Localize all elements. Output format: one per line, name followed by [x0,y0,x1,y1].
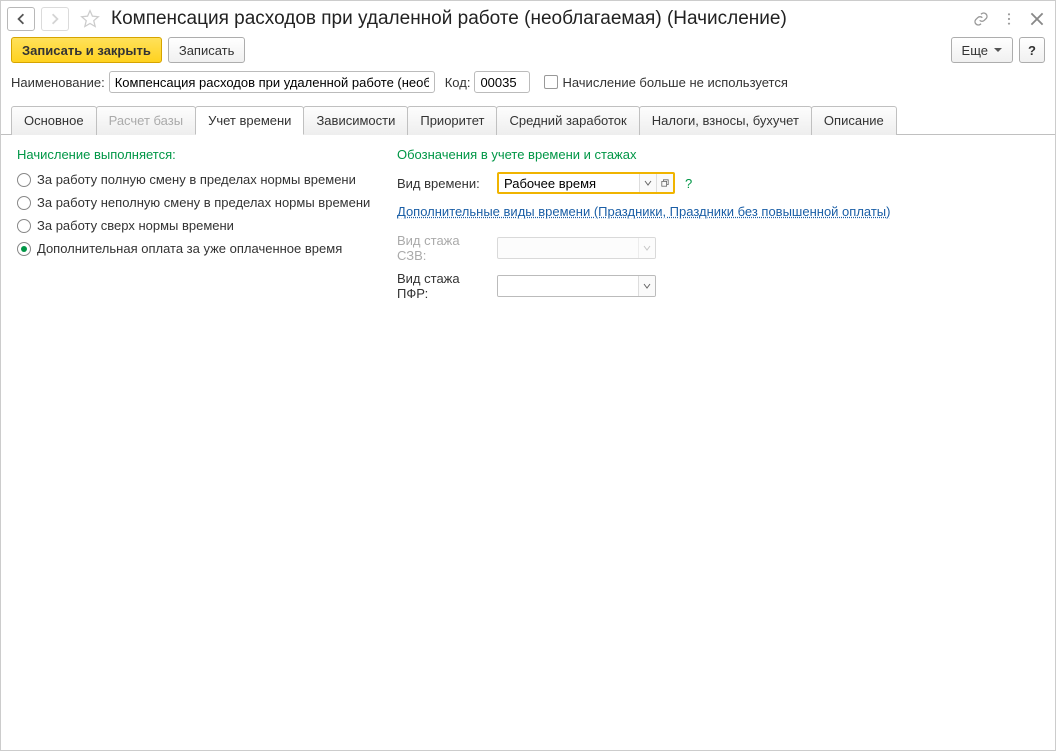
left-section-title: Начисление выполняется: [17,147,377,162]
name-label: Наименование: [11,75,105,90]
chevron-down-icon [643,244,651,252]
save-close-button[interactable]: Записать и закрыть [11,37,162,63]
header-fields: Наименование: Код: Начисление больше не … [1,71,1055,105]
command-bar: Записать и закрыть Записать Еще ? [1,37,1055,71]
pfr-input[interactable] [498,276,638,296]
szv-combo [497,237,656,259]
close-icon[interactable] [1029,11,1045,27]
radio-icon [17,242,31,256]
tab-taxes[interactable]: Налоги, взносы, бухучет [639,106,812,135]
favorite-icon[interactable] [79,8,101,30]
szv-input [498,238,638,258]
radio-partial-shift[interactable]: За работу неполную смену в пределах норм… [17,195,377,210]
time-type-combo[interactable] [497,172,675,194]
pfr-combo[interactable] [497,275,656,297]
tab-bar: Основное Расчет базы Учет времени Зависи… [1,105,1055,135]
menu-dots-icon[interactable] [1001,11,1017,27]
code-input[interactable] [474,71,530,93]
tab-base-calc[interactable]: Расчет базы [96,106,197,135]
time-type-input[interactable] [499,174,639,192]
arrow-right-icon [49,13,61,25]
arrow-left-icon [15,13,27,25]
more-button[interactable]: Еще [951,37,1013,63]
pfr-label: Вид стажа ПФР: [397,271,491,301]
save-button[interactable]: Записать [168,37,246,63]
window-title: Компенсация расходов при удаленной работ… [111,8,967,30]
chevron-down-icon [644,179,652,187]
link-icon[interactable] [973,11,989,27]
tab-avg-earnings[interactable]: Средний заработок [496,106,639,135]
time-type-label: Вид времени: [397,176,491,191]
chevron-down-icon [643,282,651,290]
forward-button[interactable] [41,7,69,31]
radio-label: За работу неполную смену в пределах норм… [37,195,370,210]
tab-priority[interactable]: Приоритет [407,106,497,135]
radio-icon [17,196,31,210]
open-icon [661,179,669,187]
right-section-title: Обозначения в учете времени и стажах [397,147,1039,162]
dropdown-button[interactable] [639,174,656,192]
help-button[interactable]: ? [1019,37,1045,63]
tab-main[interactable]: Основное [11,106,97,135]
not-used-checkbox[interactable] [544,75,558,89]
tab-time-tracking[interactable]: Учет времени [195,106,304,135]
not-used-label: Начисление больше не используется [562,75,787,90]
dropdown-button[interactable] [638,276,655,296]
radio-additional-pay[interactable]: Дополнительная оплата за уже оплаченное … [17,241,377,256]
radio-label: За работу полную смену в пределах нормы … [37,172,356,187]
extra-time-types-link[interactable]: Дополнительные виды времени (Праздники, … [397,204,1039,219]
back-button[interactable] [7,7,35,31]
tab-dependencies[interactable]: Зависимости [303,106,408,135]
tab-content: Начисление выполняется: За работу полную… [1,135,1055,321]
code-label: Код: [445,75,471,90]
open-button[interactable] [656,174,673,192]
radio-icon [17,219,31,233]
szv-label: Вид стажа СЗВ: [397,233,491,263]
dropdown-button [638,238,655,258]
radio-icon [17,173,31,187]
tab-description[interactable]: Описание [811,106,897,135]
time-type-help[interactable]: ? [685,176,692,191]
radio-label: Дополнительная оплата за уже оплаченное … [37,241,342,256]
radio-label: За работу сверх нормы времени [37,218,234,233]
name-input[interactable] [109,71,435,93]
form-window: Компенсация расходов при удаленной работ… [0,0,1056,751]
radio-full-shift[interactable]: За работу полную смену в пределах нормы … [17,172,377,187]
title-bar: Компенсация расходов при удаленной работ… [1,1,1055,37]
radio-overtime[interactable]: За работу сверх нормы времени [17,218,377,233]
